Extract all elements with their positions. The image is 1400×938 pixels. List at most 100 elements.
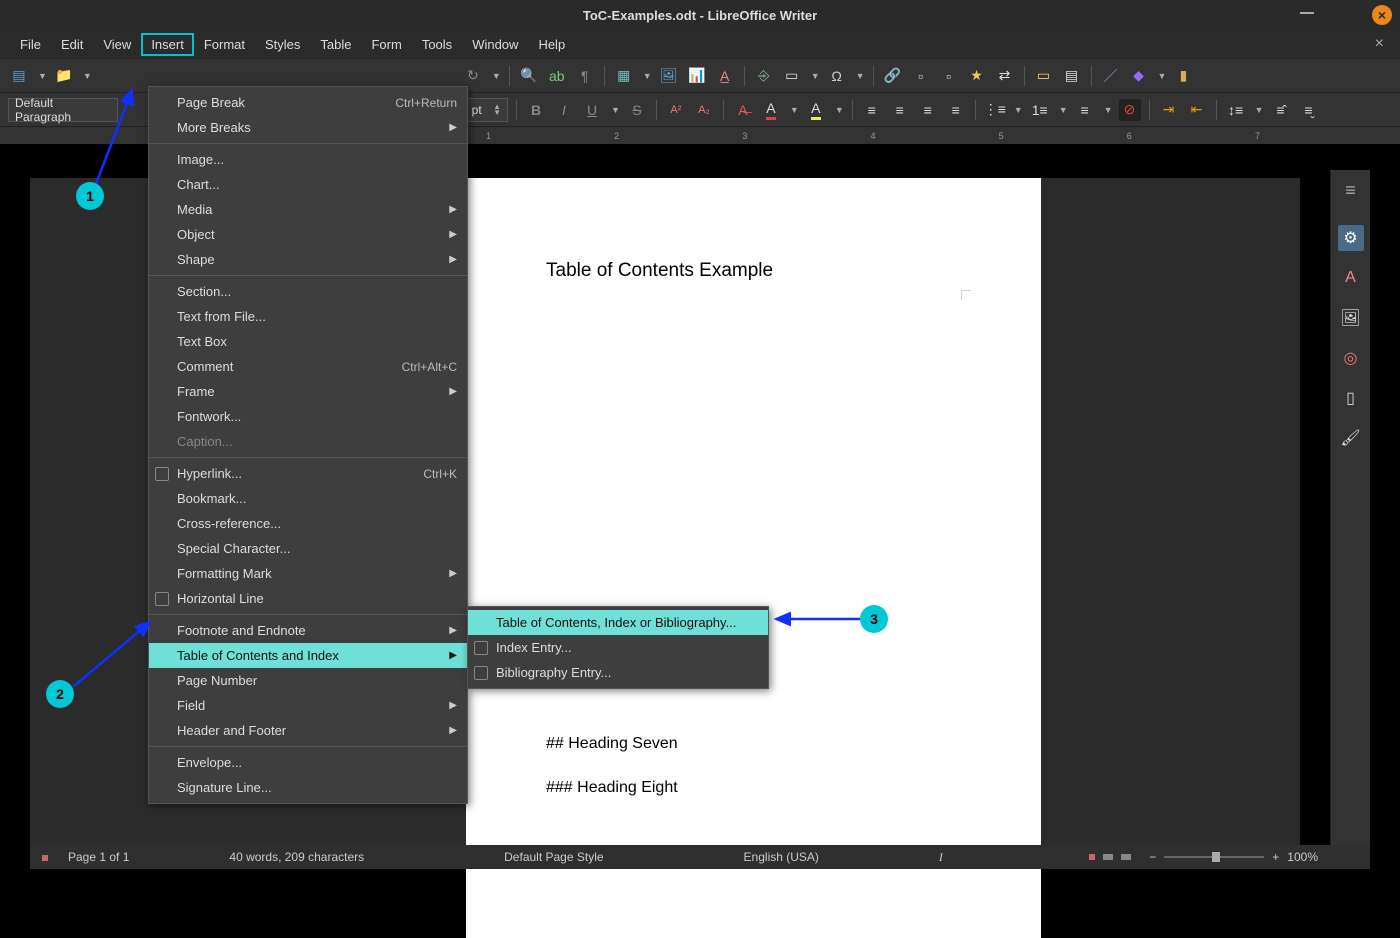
insert-menu-item-formatting-mark[interactable]: Formatting Mark▶ [149, 561, 467, 586]
underline-icon[interactable]: U [581, 99, 603, 121]
page-style[interactable]: Default Page Style [504, 850, 603, 864]
decrease-para-icon[interactable]: ≡̬ [1297, 99, 1319, 121]
image-icon[interactable]: 🖼 [658, 65, 680, 87]
page-panel-icon[interactable]: ▯ [1338, 385, 1364, 411]
align-right-icon[interactable]: ≡ [917, 99, 939, 121]
redo-icon[interactable]: ↻ [462, 65, 484, 87]
no-list-icon[interactable]: ⊘ [1119, 99, 1141, 121]
increase-indent-icon[interactable]: ⇥ [1158, 99, 1180, 121]
insert-menu-item-text-from-file[interactable]: Text from File... [149, 304, 467, 329]
spellcheck-icon[interactable]: ab [546, 65, 568, 87]
draw-functions-icon[interactable]: ▮ [1172, 65, 1194, 87]
zoom-in-icon[interactable]: + [1272, 850, 1279, 864]
special-char-icon[interactable]: Ω [826, 65, 848, 87]
menu-insert[interactable]: Insert [141, 33, 194, 56]
subscript-icon[interactable]: A₂ [693, 99, 715, 121]
bullet-list-icon[interactable]: ⋮≡ [984, 99, 1006, 121]
decrease-indent-icon[interactable]: ⇤ [1186, 99, 1208, 121]
save-status-icon[interactable] [42, 855, 48, 861]
insert-menu-item-cross-reference[interactable]: Cross-reference... [149, 511, 467, 536]
track-changes-icon[interactable]: ▤ [1061, 65, 1083, 87]
insert-menu-item-shape[interactable]: Shape▶ [149, 247, 467, 272]
field-icon[interactable]: ▭ [781, 65, 803, 87]
find-icon[interactable]: 🔍 [518, 65, 540, 87]
paragraph-style-selector[interactable]: Default Paragraph [8, 98, 118, 122]
view-layout-book-icon[interactable] [1121, 854, 1131, 860]
strike-icon[interactable]: S [626, 99, 648, 121]
close-window-button[interactable]: × [1372, 5, 1392, 25]
page-indicator[interactable]: Page 1 of 1 [68, 850, 129, 864]
insert-menu-item-envelope[interactable]: Envelope... [149, 750, 467, 775]
comment-icon[interactable]: ▭ [1033, 65, 1055, 87]
open-icon[interactable]: 📁 [53, 65, 75, 87]
insert-menu-item-fontwork[interactable]: Fontwork... [149, 404, 467, 429]
textbox-icon[interactable]: A̲ [714, 65, 736, 87]
gallery-panel-icon[interactable]: 🖼 [1338, 305, 1364, 331]
document-page[interactable]: Table of Contents Example ## Heading Sev… [466, 178, 1041, 938]
menu-tools[interactable]: Tools [412, 33, 462, 56]
clear-format-icon[interactable]: A̶ [732, 99, 754, 121]
insert-menu-item-horizontal-line[interactable]: Horizontal Line [149, 586, 467, 611]
insert-menu-item-text-box[interactable]: Text Box [149, 329, 467, 354]
zoom-out-icon[interactable]: − [1149, 850, 1156, 864]
new-doc-icon[interactable]: ▤ [8, 65, 30, 87]
line-icon[interactable]: ／ [1100, 65, 1122, 87]
insert-menu-item-header-and-footer[interactable]: Header and Footer▶ [149, 718, 467, 743]
align-left-icon[interactable]: ≡ [861, 99, 883, 121]
zoom-value[interactable]: 100% [1287, 850, 1318, 864]
view-layout-single-icon[interactable] [1089, 854, 1095, 860]
styles-panel-icon[interactable]: A [1338, 265, 1364, 291]
insert-menu-item-comment[interactable]: CommentCtrl+Alt+C [149, 354, 467, 379]
align-justify-icon[interactable]: ≡ [945, 99, 967, 121]
pilcrow-icon[interactable]: ¶ [574, 65, 596, 87]
endnote-icon[interactable]: ▫ [938, 65, 960, 87]
insert-menu-item-object[interactable]: Object▶ [149, 222, 467, 247]
view-layout-multi-icon[interactable] [1103, 854, 1113, 860]
insert-menu-item-hyperlink[interactable]: Hyperlink...Ctrl+K [149, 461, 467, 486]
language[interactable]: English (USA) [744, 850, 819, 864]
menu-file[interactable]: File [10, 33, 51, 56]
align-center-icon[interactable]: ≡ [889, 99, 911, 121]
menu-form[interactable]: Form [361, 33, 411, 56]
cross-ref-icon[interactable]: ⇄ [994, 65, 1016, 87]
menu-view[interactable]: View [93, 33, 141, 56]
menu-table[interactable]: Table [310, 33, 361, 56]
toc-submenu-item-index-entry[interactable]: Index Entry... [468, 635, 768, 660]
toc-submenu-item-bibliography-entry[interactable]: Bibliography Entry... [468, 660, 768, 685]
basic-shapes-icon[interactable]: ◆ [1128, 65, 1150, 87]
navigator-panel-icon[interactable]: ◎ [1338, 345, 1364, 371]
bold-icon[interactable]: B [525, 99, 547, 121]
close-document-button[interactable]: × [1369, 35, 1390, 53]
insert-menu-item-more-breaks[interactable]: More Breaks▶ [149, 115, 467, 140]
table-icon[interactable]: ▦ [613, 65, 635, 87]
insert-menu-item-image[interactable]: Image... [149, 147, 467, 172]
superscript-icon[interactable]: A² [665, 99, 687, 121]
menu-styles[interactable]: Styles [255, 33, 310, 56]
chart-icon[interactable]: 📊 [686, 65, 708, 87]
toc-submenu-item-table-of-contents-index-or-bibliography[interactable]: Table of Contents, Index or Bibliography… [468, 610, 768, 635]
insert-menu-item-page-number[interactable]: Page Number [149, 668, 467, 693]
zoom-slider[interactable] [1164, 856, 1264, 858]
page-break-icon[interactable]: ⎆ [753, 65, 775, 87]
menu-help[interactable]: Help [528, 33, 575, 56]
footnote-icon[interactable]: ▫ [910, 65, 932, 87]
word-count[interactable]: 40 words, 209 characters [229, 850, 364, 864]
increase-para-icon[interactable]: ≡̂ [1269, 99, 1291, 121]
insert-menu-item-bookmark[interactable]: Bookmark... [149, 486, 467, 511]
insert-menu-item-chart[interactable]: Chart... [149, 172, 467, 197]
insert-menu-item-section[interactable]: Section... [149, 279, 467, 304]
bookmark-icon[interactable]: ★ [966, 65, 988, 87]
insert-menu-item-table-of-contents-and-index[interactable]: Table of Contents and Index▶ [149, 643, 467, 668]
insert-menu-item-signature-line[interactable]: Signature Line... [149, 775, 467, 800]
insert-menu-item-media[interactable]: Media▶ [149, 197, 467, 222]
properties-panel-icon[interactable]: ⚙ [1338, 225, 1364, 251]
insert-mode-indicator[interactable]: I [939, 850, 943, 865]
line-spacing-icon[interactable]: ↕≡ [1225, 99, 1247, 121]
insert-menu-item-special-character[interactable]: Special Character... [149, 536, 467, 561]
menu-edit[interactable]: Edit [51, 33, 93, 56]
menu-format[interactable]: Format [194, 33, 255, 56]
italic-icon[interactable]: I [553, 99, 575, 121]
number-list-icon[interactable]: 1≡ [1029, 99, 1051, 121]
insert-menu-item-field[interactable]: Field▶ [149, 693, 467, 718]
style-inspector-icon[interactable]: 🖌 [1338, 425, 1364, 451]
